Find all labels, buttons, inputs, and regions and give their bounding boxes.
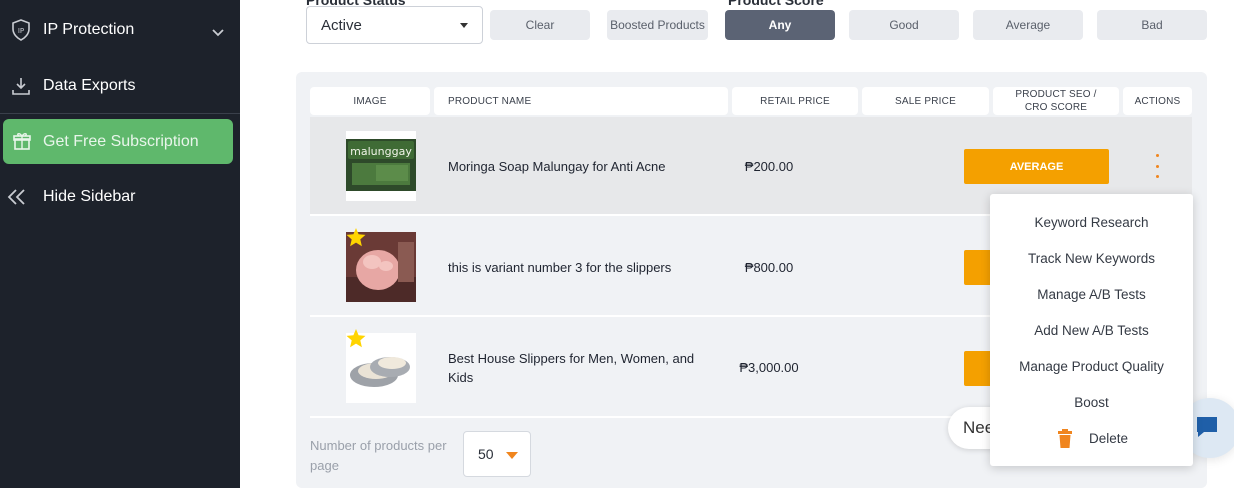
products-per-page-label: Number of products per page: [310, 438, 447, 473]
star-icon: [346, 228, 366, 247]
retail-price: ₱3,000.00: [739, 360, 799, 375]
column-header-image: IMAGE: [310, 87, 430, 115]
product-name[interactable]: Best House Slippers for Men, Women, and …: [448, 349, 698, 387]
column-header-product-name: PRODUCT NAME: [434, 87, 728, 115]
trash-icon: [1058, 429, 1072, 448]
column-header-sale-price: SALE PRICE: [862, 87, 989, 115]
sidebar-item-label: Data Exports: [43, 77, 136, 94]
gift-icon: [12, 131, 32, 156]
menu-item-label: Delete: [1089, 430, 1129, 446]
cta-label: Get Free Subscription: [43, 132, 199, 150]
menu-item-manage-product-quality[interactable]: Manage Product Quality: [990, 354, 1193, 378]
sidebar-item-data-exports[interactable]: Data Exports: [0, 58, 240, 114]
menu-item-manage-ab-tests[interactable]: Manage A/B Tests: [990, 282, 1193, 306]
products-per-page-select[interactable]: 50: [463, 431, 531, 477]
score-filter-average[interactable]: Average: [973, 10, 1083, 40]
caret-down-icon: [506, 452, 518, 459]
sidebar-divider: [0, 113, 240, 114]
sidebar-item-label: IP Protection: [43, 21, 135, 38]
column-header-actions: ACTIONS: [1123, 87, 1192, 115]
product-status-value: Active: [321, 16, 362, 34]
get-free-subscription-button[interactable]: Get Free Subscription: [3, 119, 233, 164]
sidebar: IP IP Protection Data Exports Get Free S…: [0, 0, 240, 488]
more-actions-icon[interactable]: [1150, 152, 1164, 180]
product-name[interactable]: this is variant number 3 for the slipper…: [448, 258, 698, 277]
svg-text:IP: IP: [18, 27, 24, 35]
menu-item-add-new-ab-tests[interactable]: Add New A/B Tests: [990, 318, 1193, 342]
sidebar-item-label: Hide Sidebar: [43, 188, 136, 205]
clear-button[interactable]: Clear: [490, 10, 590, 40]
retail-price: ₱800.00: [744, 260, 794, 275]
retail-price: ₱200.00: [744, 159, 794, 174]
score-filter-any[interactable]: Any: [725, 10, 835, 40]
products-per-page-value: 50: [478, 446, 494, 462]
sidebar-item-ip-protection[interactable]: IP IP Protection: [0, 2, 240, 58]
menu-item-track-new-keywords[interactable]: Track New Keywords: [990, 246, 1193, 270]
menu-item-boost[interactable]: Boost: [990, 390, 1193, 414]
product-image-brand: malunggay: [350, 145, 412, 158]
product-score-label: Product Score: [728, 0, 824, 8]
hide-sidebar-button[interactable]: Hide Sidebar: [0, 169, 240, 225]
column-header-retail-price: RETAIL PRICE: [732, 87, 858, 115]
chevron-down-icon: [212, 24, 224, 42]
score-filter-good[interactable]: Good: [849, 10, 959, 40]
product-name[interactable]: Moringa Soap Malungay for Anti Acne: [448, 157, 698, 176]
download-icon: [10, 75, 32, 97]
star-icon: [346, 329, 366, 348]
double-chevron-left-icon: [6, 186, 28, 208]
boosted-products-button[interactable]: Boosted Products: [607, 10, 708, 40]
product-status-select[interactable]: Active: [306, 6, 483, 44]
column-header-score: PRODUCT SEO / CRO SCORE: [993, 87, 1119, 115]
row-actions-menu: Keyword Research Track New Keywords Mana…: [990, 194, 1193, 466]
score-filter-bad[interactable]: Bad: [1097, 10, 1207, 40]
chat-icon: [1194, 414, 1220, 445]
menu-item-keyword-research[interactable]: Keyword Research: [990, 210, 1193, 234]
menu-item-delete[interactable]: Delete: [990, 426, 1193, 450]
score-badge-button[interactable]: AVERAGE: [964, 149, 1109, 184]
caret-down-icon: [460, 23, 468, 28]
shield-ip-icon: IP: [10, 19, 32, 41]
product-image: malunggay: [346, 131, 416, 201]
